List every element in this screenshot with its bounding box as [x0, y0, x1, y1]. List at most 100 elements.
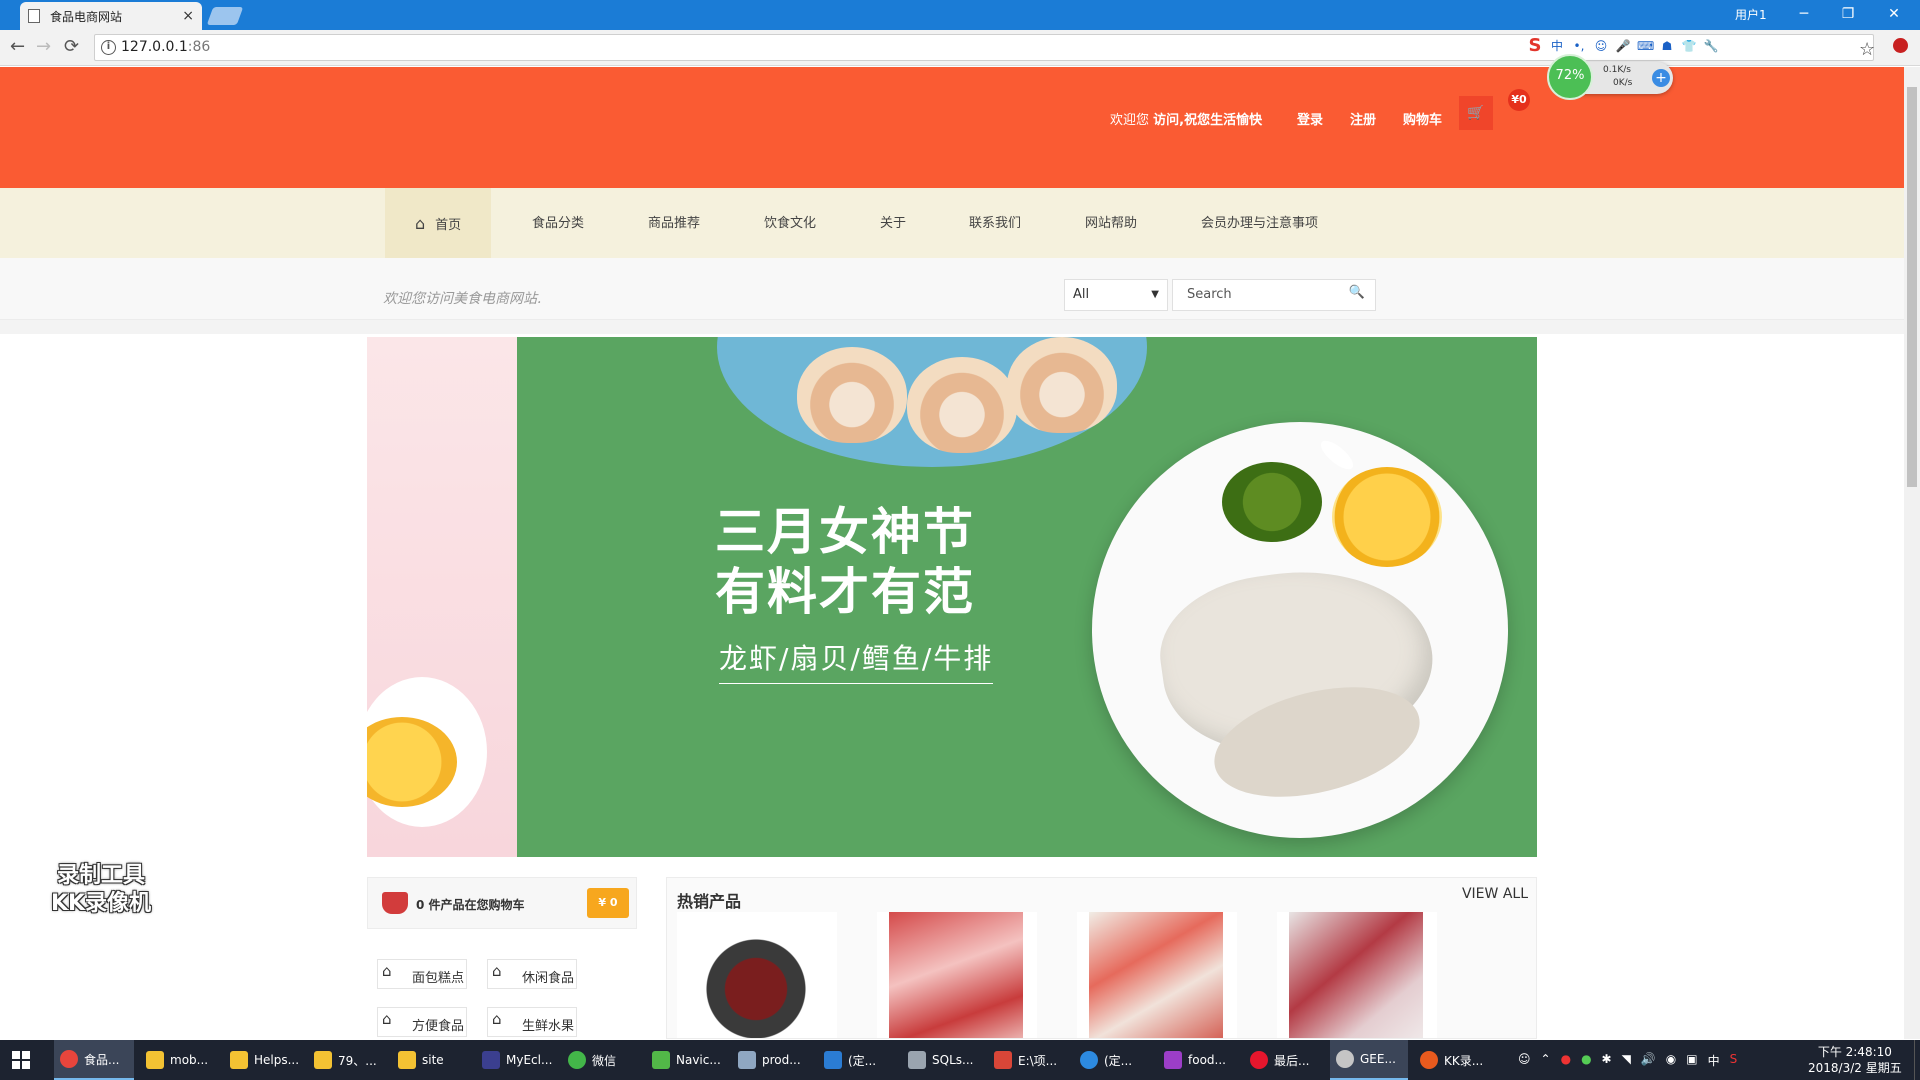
search-placeholder: Search: [1187, 287, 1232, 302]
mini-cart[interactable]: 0 件产品在您购物车 ¥ 0: [367, 877, 637, 929]
taskbar-browser2[interactable]: (定...: [1074, 1040, 1152, 1080]
bookmark-star-icon[interactable]: ☆: [1859, 39, 1875, 60]
mini-cart-price-button[interactable]: ¥ 0: [587, 888, 629, 918]
browser-titlebar: 食品电商网站 × 用户1 ─ ❐ ✕: [0, 0, 1920, 30]
windows-start-icon[interactable]: [12, 1051, 30, 1069]
category-select-value: All: [1073, 287, 1090, 302]
taskbar-word[interactable]: (定...: [818, 1040, 896, 1080]
cart-total-badge[interactable]: ¥0: [1508, 89, 1530, 111]
login-link[interactable]: 登录: [1297, 109, 1323, 128]
view-all-link[interactable]: VIEW ALL: [1462, 886, 1528, 902]
mini-cart-text: 0 件产品在您购物车: [416, 898, 525, 912]
nav-recommended[interactable]: 商品推荐: [648, 188, 700, 258]
browser-toolbar: ← → ⟳ i 127.0.0.1:86 S 中 •, ☺ 🎤 ⌨ ☗ 👕 🔧 …: [0, 30, 1920, 66]
taskbar-geek[interactable]: GEE...: [1330, 1040, 1408, 1080]
address-bar[interactable]: i 127.0.0.1:86 S 中 •, ☺ 🎤 ⌨ ☗ 👕 🔧 ☆: [94, 34, 1875, 61]
close-window-button[interactable]: ✕: [1874, 3, 1914, 25]
search-input[interactable]: Search 🔍: [1172, 279, 1376, 311]
ime-tools-icon[interactable]: 🔧: [1703, 38, 1719, 54]
ime-emoji-icon[interactable]: ☺: [1593, 38, 1609, 54]
reload-icon[interactable]: ⟳: [64, 36, 79, 57]
url-text[interactable]: 127.0.0.1:86: [121, 39, 210, 55]
tray-app-icon[interactable]: ◉: [1666, 1052, 1676, 1069]
window-user-label[interactable]: 用户1: [1735, 6, 1767, 23]
search-icon[interactable]: 🔍: [1349, 285, 1365, 300]
tray-expand-icon[interactable]: ⌃: [1541, 1052, 1551, 1069]
basket-icon[interactable]: 🛒: [1459, 96, 1493, 130]
category-fresh-fruit[interactable]: ⌂ 生鲜水果: [487, 1007, 577, 1037]
nav-food-categories[interactable]: 食品分类: [532, 188, 584, 258]
taskbar-project[interactable]: E:\项...: [988, 1040, 1068, 1080]
sogou-ime-icon[interactable]: S: [1527, 37, 1543, 55]
start-tile: [12, 1051, 20, 1059]
category-select[interactable]: All ▼: [1064, 279, 1168, 311]
chrome-icon: [60, 1050, 78, 1068]
tray-app-icon[interactable]: ●: [1581, 1052, 1591, 1069]
taskbar-folder[interactable]: Helps...: [224, 1040, 302, 1080]
browser-menu-icon[interactable]: [1893, 38, 1908, 53]
restore-button[interactable]: ❐: [1828, 3, 1868, 25]
cart-link[interactable]: 购物车: [1403, 109, 1442, 128]
ime-chinese-icon[interactable]: 中: [1549, 38, 1565, 54]
back-icon[interactable]: ←: [10, 36, 25, 57]
product-card[interactable]: [877, 912, 1037, 1038]
tray-app-icon[interactable]: ●: [1561, 1052, 1571, 1069]
taskbar-folder[interactable]: site: [392, 1040, 470, 1080]
product-card[interactable]: [677, 912, 837, 1038]
page-scrollbar[interactable]: [1904, 67, 1920, 1039]
tray-app-icon[interactable]: ▣: [1686, 1052, 1697, 1069]
taskbar-kk-recorder[interactable]: KK录...: [1414, 1040, 1494, 1080]
taskbar-myeclipse[interactable]: MyEcl...: [476, 1040, 556, 1080]
taskbar-folder[interactable]: 79、...: [308, 1040, 386, 1080]
nav-food-culture[interactable]: 饮食文化: [764, 188, 816, 258]
scrollbar-thumb[interactable]: [1907, 87, 1917, 487]
product-card[interactable]: [1077, 912, 1237, 1038]
taskbar-chrome[interactable]: 食品...: [54, 1040, 134, 1080]
forward-icon[interactable]: →: [36, 36, 51, 57]
new-tab-button[interactable]: [206, 7, 244, 25]
browser-tab[interactable]: 食品电商网站 ×: [20, 2, 202, 30]
minimize-button[interactable]: ─: [1784, 3, 1824, 25]
taskbar-navicat[interactable]: Navic...: [646, 1040, 726, 1080]
taskbar-folder[interactable]: mob...: [140, 1040, 218, 1080]
nav-help[interactable]: 网站帮助: [1085, 188, 1137, 258]
taskbar-sqlserver[interactable]: SQLs...: [902, 1040, 982, 1080]
ime-punct-icon[interactable]: •,: [1571, 38, 1587, 54]
system-clock[interactable]: 下午 2:48:10 2018/3/2 星期五: [1808, 1044, 1902, 1076]
ime-user-icon[interactable]: ☗: [1659, 38, 1675, 54]
site-info-icon[interactable]: i: [101, 40, 116, 55]
ime-keyboard-icon[interactable]: ⌨: [1637, 38, 1654, 54]
volume-icon[interactable]: 🔊: [1641, 1052, 1656, 1069]
nav-home[interactable]: ⌂ 首页: [385, 188, 492, 258]
scallop-image: [907, 357, 1017, 453]
category-convenience-food[interactable]: ⌂ 方便食品: [377, 1007, 467, 1037]
taskbar-phpstorm[interactable]: food...: [1158, 1040, 1238, 1080]
category-snacks[interactable]: ⌂ 休闲食品: [487, 959, 577, 989]
nav-contact[interactable]: 联系我们: [969, 188, 1021, 258]
product-card[interactable]: [1277, 912, 1437, 1038]
wifi-icon[interactable]: ◥: [1622, 1052, 1631, 1069]
tab-close-icon[interactable]: ×: [182, 8, 194, 24]
category-bread-pastry[interactable]: ⌂ 面包糕点: [377, 959, 467, 989]
section-divider: [0, 320, 1904, 334]
people-icon[interactable]: ☺: [1518, 1052, 1531, 1069]
promo-banner[interactable]: 三月女神节 有料才有范 龙虾/扇贝/鳕鱼/牛排: [367, 337, 1537, 857]
ime-indicator[interactable]: 中: [1708, 1052, 1720, 1069]
home-icon: ⌂: [492, 1010, 502, 1028]
taskbar-wechat[interactable]: 微信: [562, 1040, 640, 1080]
ime-skin-icon[interactable]: 👕: [1681, 38, 1697, 54]
widget-plus-icon[interactable]: +: [1652, 69, 1670, 87]
ime-voice-icon[interactable]: 🎤: [1615, 38, 1631, 54]
welcome-text: 欢迎您 访问,祝您生活愉快: [1110, 109, 1262, 128]
tagline: 欢迎您访问美食电商网站.: [383, 291, 542, 307]
start-tile: [22, 1051, 30, 1059]
network-speed-widget[interactable]: 72% 0.1K/s 0K/s +: [1547, 54, 1673, 100]
taskbar-weibo[interactable]: 最后...: [1244, 1040, 1324, 1080]
taskbar-prod[interactable]: prod...: [732, 1040, 812, 1080]
nav-membership[interactable]: 会员办理与注意事项: [1201, 188, 1318, 258]
show-desktop-button[interactable]: [1914, 1040, 1920, 1080]
nav-about[interactable]: 关于: [880, 188, 906, 258]
bluetooth-icon[interactable]: ✱: [1602, 1052, 1612, 1069]
register-link[interactable]: 注册: [1350, 109, 1376, 128]
sogou-tray-icon[interactable]: S: [1730, 1052, 1738, 1069]
